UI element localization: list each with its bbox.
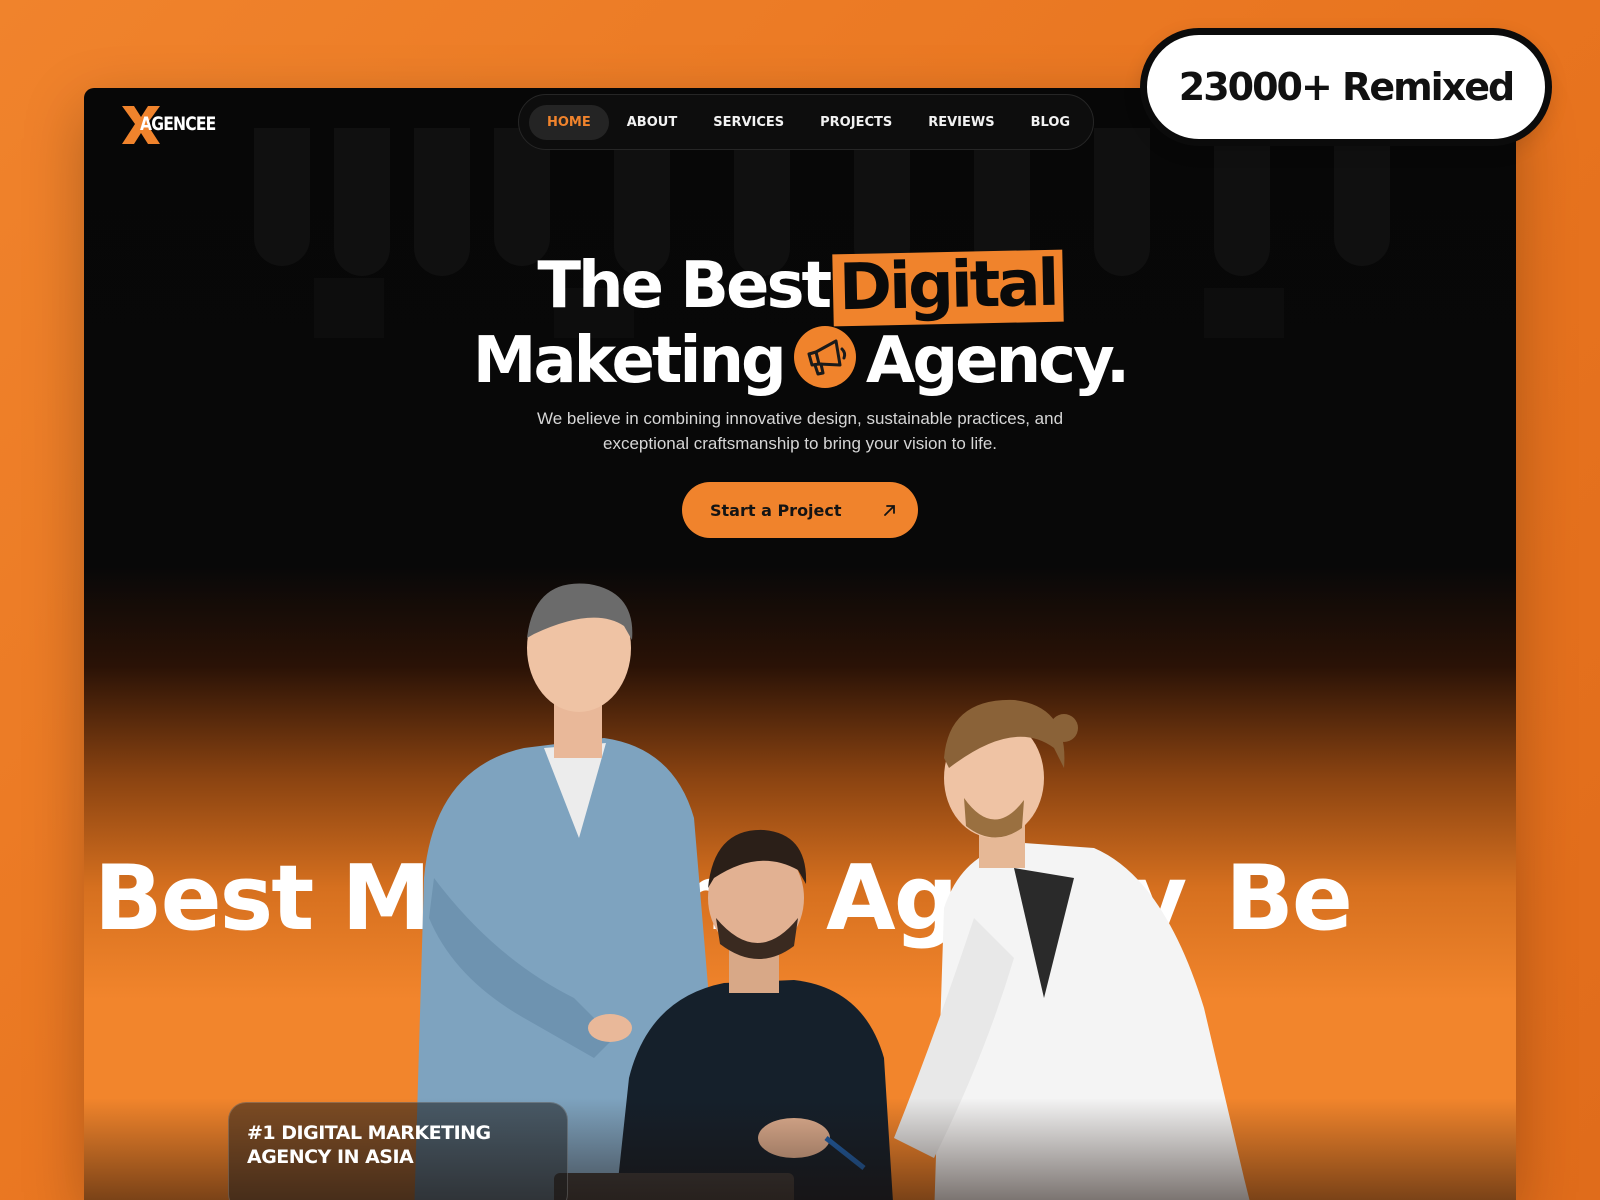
nav-item-blog[interactable]: BLOG	[1013, 105, 1088, 140]
nav-item-about[interactable]: ABOUT	[609, 105, 695, 140]
remix-count-text: 23000+ Remixed	[1178, 65, 1515, 109]
arrow-up-right-icon	[884, 505, 895, 516]
megaphone-icon	[793, 326, 856, 388]
start-project-button[interactable]: Start a Project	[682, 482, 918, 538]
nav-item-services[interactable]: SERVICES	[695, 105, 802, 140]
logo-wordmark: AGENCEE	[140, 113, 216, 135]
hero-subtitle-line1: We believe in combining innovative desig…	[536, 409, 1064, 428]
nav-item-home[interactable]: HOME	[529, 104, 609, 140]
remix-count-badge: 23000+ Remixed	[1140, 28, 1552, 146]
agencee-logo[interactable]: AGENCEE	[118, 102, 218, 148]
hero-headline-word-agency: Agency.	[865, 324, 1130, 398]
hero-headline-line2: Maketing Agency.	[84, 324, 1516, 393]
nav-item-projects[interactable]: PROJECTS	[802, 105, 910, 140]
hero-headline-highlight: Digital	[832, 247, 1064, 327]
start-project-label: Start a Project	[710, 500, 842, 520]
website-preview: AGENCEE HOME ABOUT SERVICES PROJECTS REV…	[84, 88, 1516, 1200]
hero-subtitle-line2: exceptional craftsmanship to bring your …	[602, 434, 998, 453]
hero-headline-prefix: The Best	[537, 249, 832, 323]
tagline-card: #1 DIGITAL MARKETING AGENCY IN ASIA	[228, 1102, 568, 1200]
tagline-line2: AGENCY IN ASIA	[247, 1146, 414, 1168]
hero-headline-line1: The Best Digital	[84, 247, 1516, 327]
hero-headline-word-maketing: Maketing	[472, 324, 787, 398]
main-navigation: HOME ABOUT SERVICES PROJECTS REVIEWS BLO…	[518, 94, 1094, 150]
tagline-line1: #1 DIGITAL MARKETING	[247, 1122, 491, 1144]
nav-item-reviews[interactable]: REVIEWS	[910, 105, 1012, 140]
